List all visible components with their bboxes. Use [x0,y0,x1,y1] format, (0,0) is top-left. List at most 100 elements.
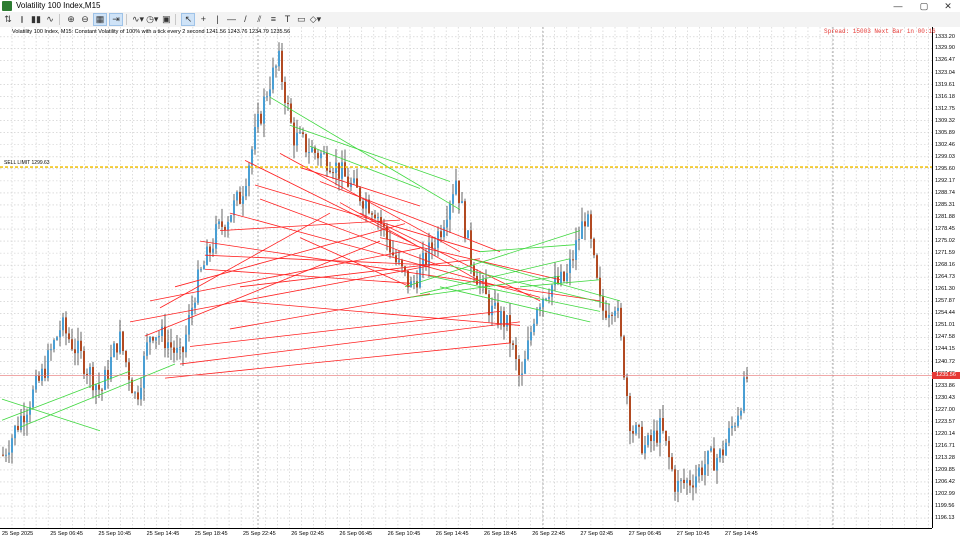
bullish-candle [653,430,655,442]
bullish-candle [707,450,709,465]
fibonacci-icon[interactable]: ≡ [267,14,279,25]
time-tick-label: 26 Sep 02:45 [291,531,324,537]
grid-icon[interactable]: ▦ [93,13,107,26]
bullish-candle [32,389,34,408]
bearish-candle [305,134,307,153]
time-axis[interactable]: 25 Sep 2025 25 Sep 06:45 25 Sep 10:45 25 Se… [0,528,932,541]
bullish-candle [215,224,217,249]
time-tick-label: 25 Sep 22:45 [243,531,276,537]
bullish-candle [647,435,649,445]
candle-chart-icon[interactable]: ▮▮ [30,14,42,25]
price-tick-label: 1333.20 [935,33,955,40]
close-button[interactable]: ✕ [938,0,958,12]
bearish-candle [125,350,127,363]
zoom-in-icon[interactable]: ⊕ [65,14,77,25]
bearish-candle [17,425,19,431]
bullish-candle [155,337,157,341]
bullish-candle [680,479,682,481]
bullish-candle [233,200,235,216]
templates-icon[interactable]: ▣ [160,14,172,25]
bearish-candle [98,384,100,390]
bullish-candle [14,425,16,439]
label-icon[interactable]: ▭ [295,14,307,25]
price-tick-label: 1271.59 [935,250,955,257]
bearish-candle [71,339,73,350]
bullish-candle [299,132,301,134]
bearish-candle [374,214,376,219]
bullish-candle [521,373,523,376]
toolbar-separator [59,14,60,25]
bearish-candle [239,191,241,204]
bearish-candle [317,152,319,159]
bullish-candle [218,221,220,225]
bullish-candle [308,152,310,154]
autoscroll-icon[interactable]: ⇥ [109,13,123,26]
bearish-candle [359,187,361,202]
chart-canvas[interactable] [0,27,932,528]
bullish-candle [434,247,436,249]
time-tick-label: 25 Sep 2025 [2,531,34,537]
bullish-candle [491,305,493,316]
bullish-candle [536,309,538,324]
bullish-candle [95,384,97,391]
price-tick-label: 1302.46 [935,141,955,148]
time-tick-label: 25 Sep 06:45 [50,531,83,537]
bearish-candle [65,317,67,334]
time-tick-label: 26 Sep 18:45 [484,531,517,537]
bullish-candle [398,260,400,263]
bullish-candle [185,334,187,353]
current-price-badge: 1235.56 [932,371,960,379]
bar-chart-icon[interactable]: ⫾ [16,14,28,25]
bearish-candle [473,265,475,276]
bearish-candle [416,281,418,288]
bullish-candle [467,230,469,239]
line-chart-icon[interactable]: ∿ [44,14,56,25]
sell-trade-line [204,268,411,284]
chart-toolbar: ⇅ ⫾ ▮▮ ∿ ⊕ ⊖ ▦ ⇥ ∿▾ ◷▾ ▣ ↖ + | — / ⫽ ≡ T ▭ ◇▾ [0,12,960,28]
bullish-candle [737,415,739,426]
time-tick-label: 27 Sep 06:45 [628,531,662,537]
app-logo-icon [2,1,12,11]
price-axis[interactable]: 1333.20 1329.90 1326.47 1323.04 1319.61 1316.… [932,27,960,528]
cursor-icon[interactable]: ↖ [181,13,196,26]
bullish-candle [728,428,730,443]
shapes-icon[interactable]: ◇▾ [309,14,321,25]
minimize-button[interactable]: — [888,0,908,12]
bullish-candle [740,410,742,416]
bullish-candle [200,269,202,271]
bearish-candle [68,333,70,340]
price-chart[interactable] [0,27,932,528]
bullish-candle [56,337,58,341]
bullish-candle [47,350,49,378]
bearish-candle [182,347,184,353]
text-icon[interactable]: T [281,14,293,25]
new-chart-icon[interactable]: ⇅ [2,14,14,25]
indicators-icon[interactable]: ∿▾ [132,14,144,25]
channel-icon[interactable]: ⫽ [253,14,265,25]
bullish-candle [227,221,229,231]
bullish-candle [35,375,37,390]
zoom-out-icon[interactable]: ⊖ [79,14,91,25]
bearish-candle [83,350,85,374]
horizontal-line-icon[interactable]: — [225,14,237,25]
price-tick-label: 1216.71 [935,442,955,449]
bullish-candle [419,265,421,288]
crosshair-icon[interactable]: + [197,14,209,25]
bearish-candle [626,377,628,397]
maximize-button[interactable]: ▢ [914,0,934,12]
bearish-candle [209,246,211,253]
price-tick-label: 1227.00 [935,406,955,413]
trend-line-icon[interactable]: / [239,14,251,25]
bullish-candle [20,415,22,431]
bullish-candle [734,425,736,427]
bearish-candle [623,336,625,378]
periods-icon[interactable]: ◷▾ [146,14,158,25]
price-tick-label: 1213.28 [935,454,955,461]
bullish-candle [11,438,13,453]
bullish-candle [275,66,277,68]
bullish-candle [560,271,562,284]
bullish-candle [587,214,589,227]
vertical-line-icon[interactable]: | [211,14,223,25]
sell-trade-line [279,153,461,253]
bullish-candle [176,347,178,353]
